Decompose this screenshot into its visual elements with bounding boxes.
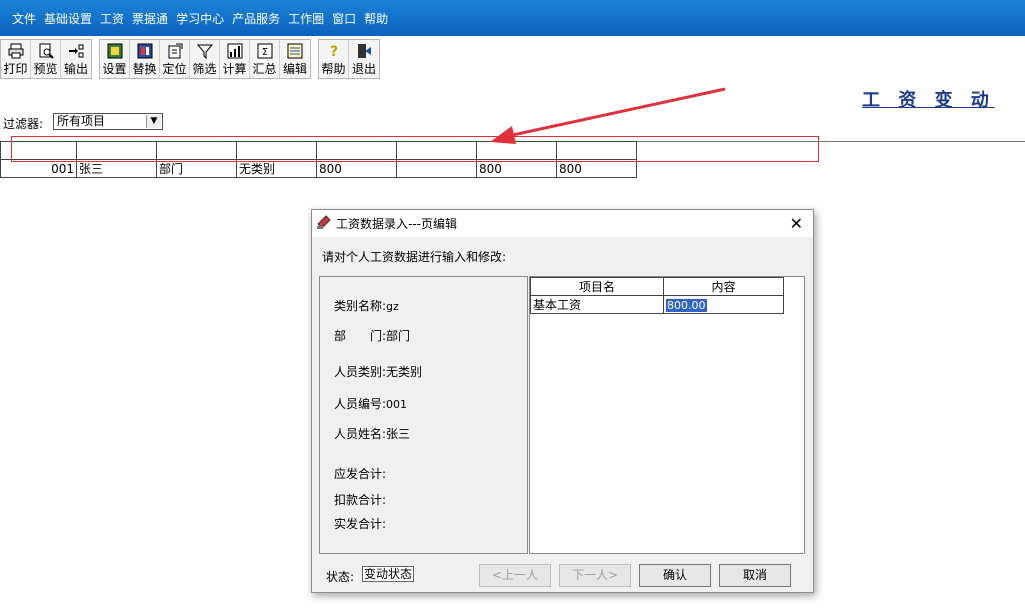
items-header-row: 项目名 内容 (530, 277, 784, 296)
toolbar-group-edit: 设置 替换 定位 筛选 计算 Σ 汇总 编辑 (99, 39, 311, 79)
filter-value: 所有项目 (57, 114, 106, 128)
sum-icon: Σ (257, 43, 273, 59)
status-label: 状态: (326, 570, 355, 584)
item-value-selection[interactable]: 800.00 (666, 298, 707, 312)
toolbar-group-misc: ? 帮助 退出 (318, 39, 380, 79)
dialog-instruction: 请对个人工资数据进行输入和修改: (322, 250, 507, 264)
field-person-name: 人员姓名:张三 (334, 427, 411, 441)
confirm-button[interactable]: 确认 (639, 564, 711, 587)
close-icon[interactable]: ✕ (790, 214, 803, 233)
page-title: 工 资 变 动 (862, 90, 995, 111)
status-value: 变动状态 (362, 566, 414, 582)
menu-salary[interactable]: 工资 (100, 10, 124, 27)
filter-icon (196, 43, 213, 59)
annotation-arrow (490, 87, 726, 144)
replace-icon (137, 43, 153, 59)
next-person-button[interactable]: 下一人> (559, 564, 631, 587)
help-icon: ? (326, 43, 342, 59)
menu-piaojutong[interactable]: 票据通 (132, 10, 168, 27)
dialog-titlebar[interactable]: 工资数据录入---页编辑 ✕ (312, 210, 813, 237)
edit-button[interactable]: 编辑 (280, 40, 310, 78)
dialog-title: 工资数据录入---页编辑 (336, 217, 457, 231)
table-row[interactable]: 基本工资 800.00 (530, 295, 784, 314)
menu-work-circle[interactable]: 工作圈 (288, 10, 324, 27)
column-header-item: 项目名 (530, 277, 664, 296)
field-gross-total: 应发合计: (334, 467, 387, 481)
field-person-category: 人员类别:无类别 (334, 365, 423, 379)
filter-button[interactable]: 筛选 (190, 40, 220, 78)
field-deduction-total: 扣款合计: (334, 493, 387, 507)
employee-info-panel: 类别名称:gz 部 门:部门 人员类别:无类别 人员编号:001 人员姓名:张三… (319, 276, 528, 554)
menu-bar: 文件 基础设置 工资 票据通 学习中心 产品服务 工作圈 窗口 帮助 (0, 0, 1025, 36)
grid-cell-value[interactable] (396, 159, 477, 178)
replace-button[interactable]: 替换 (130, 40, 160, 78)
app-icon (316, 214, 332, 233)
svg-text:?: ? (329, 44, 337, 59)
print-button[interactable]: 打印 (1, 40, 31, 78)
printer-icon (8, 43, 24, 59)
filter-label: 过滤器: (3, 117, 44, 131)
filter-select[interactable]: 所有项目 ▼ (53, 113, 163, 130)
salary-items-table: 项目名 内容 基本工资 800.00 (530, 277, 784, 314)
settings-icon (107, 43, 123, 59)
locate-button[interactable]: 定位 (160, 40, 190, 78)
prev-person-button[interactable]: <上一人 (479, 564, 551, 587)
locate-icon (167, 43, 183, 59)
help-button[interactable]: ? 帮助 (319, 40, 349, 78)
preview-button[interactable]: 预览 (31, 40, 61, 78)
menu-window[interactable]: 窗口 (332, 10, 356, 27)
field-person-id: 人员编号:001 (334, 397, 408, 411)
item-value-cell[interactable]: 800.00 (663, 295, 784, 314)
item-name-cell: 基本工资 (530, 295, 664, 314)
menu-basic-settings[interactable]: 基础设置 (44, 10, 92, 27)
field-net-total: 实发合计: (334, 517, 387, 531)
sum-button[interactable]: Σ 汇总 (250, 40, 280, 78)
calculate-icon (227, 43, 243, 59)
menu-help[interactable]: 帮助 (364, 10, 388, 27)
toolbar-group-output: 打印 预览 输出 (0, 39, 92, 79)
exit-icon (356, 43, 372, 59)
grid-cell-name[interactable]: 张三 (76, 159, 157, 178)
grid-cell-id[interactable]: 001 (0, 159, 77, 178)
settings-button[interactable]: 设置 (100, 40, 130, 78)
salary-entry-dialog: 工资数据录入---页编辑 ✕ 请对个人工资数据进行输入和修改: 类别名称:gz … (311, 209, 814, 593)
menu-product-service[interactable]: 产品服务 (232, 10, 280, 27)
grid-cell-value[interactable]: 800 (556, 159, 637, 178)
menu-file[interactable]: 文件 (12, 10, 36, 27)
edit-icon (287, 43, 303, 59)
salary-items-panel: 项目名 内容 基本工资 800.00 (529, 276, 805, 554)
export-button[interactable]: 输出 (61, 40, 91, 78)
menu-learning-center[interactable]: 学习中心 (176, 10, 224, 27)
field-department: 部 门:部门 (334, 329, 411, 343)
svg-text:Σ: Σ (261, 47, 267, 58)
export-icon (68, 43, 84, 59)
chevron-down-icon[interactable]: ▼ (146, 115, 161, 128)
toolbar: 打印 预览 输出 设置 替换 定位 筛选 计算 Σ 汇总 编辑 ? 帮助 退出 (0, 36, 1025, 82)
grid-cell-department[interactable]: 部门 (156, 159, 237, 178)
field-category: 类别名称:gz (334, 299, 399, 313)
preview-icon (38, 43, 54, 59)
grid-cell-value[interactable]: 800 (316, 159, 397, 178)
table-row[interactable]: 001 张三 部门 无类别 800 800 800 (0, 159, 637, 178)
grid-cell-category[interactable]: 无类别 (236, 159, 317, 178)
calculate-button[interactable]: 计算 (220, 40, 250, 78)
grid-cell-value[interactable]: 800 (476, 159, 557, 178)
column-header-content: 内容 (663, 277, 784, 296)
exit-button[interactable]: 退出 (349, 40, 379, 78)
cancel-button[interactable]: 取消 (719, 564, 791, 587)
